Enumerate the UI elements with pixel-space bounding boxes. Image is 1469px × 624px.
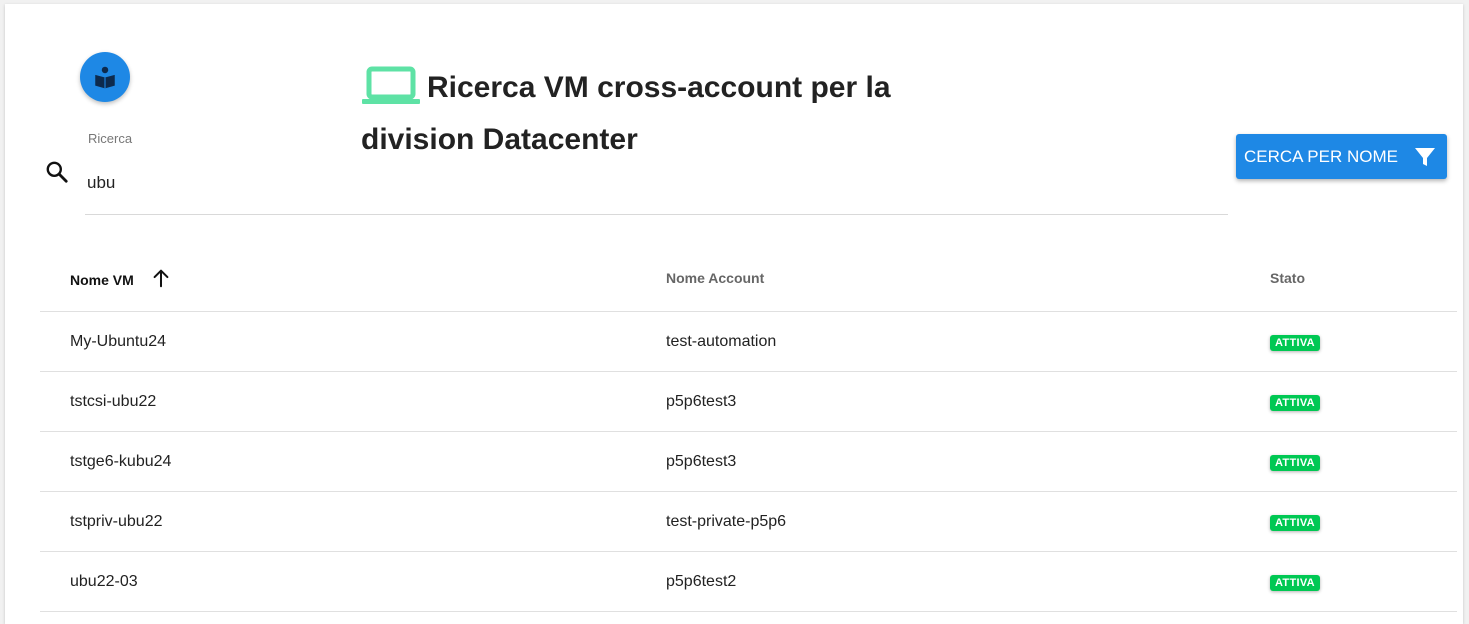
page-title-text: Ricerca VM cross-account per la division… — [361, 71, 891, 156]
sort-ascending-icon[interactable] — [150, 267, 172, 289]
table-row[interactable]: tstcsi-ubu22 p5p6test3 ATTIVA — [40, 371, 1457, 432]
search-label: Ricerca — [88, 131, 133, 146]
status-cell: ATTIVA — [1270, 551, 1457, 612]
account-name-cell: p5p6test3 — [666, 371, 1270, 432]
table-row[interactable]: ubu22-03 p5p6test2 ATTIVA — [40, 551, 1457, 612]
vm-name-cell: tstpriv-ubu22 — [40, 491, 666, 552]
status-badge: ATTIVA — [1270, 394, 1320, 411]
search-input[interactable] — [85, 168, 1228, 215]
account-name-cell: p5p6test3 — [666, 431, 1270, 492]
vm-name-cell: ubu22-03 — [40, 551, 666, 612]
status-cell: ATTIVA — [1270, 491, 1457, 552]
column-header-status[interactable]: Stato — [1270, 245, 1457, 312]
main-card: Ricerca VM cross-account per la division… — [5, 4, 1463, 624]
laptop-icon — [362, 66, 420, 104]
status-badge: ATTIVA — [1270, 574, 1320, 591]
search-by-name-label: CERCA PER NOME — [1244, 146, 1398, 166]
vm-name-cell: My-Ubuntu24 — [40, 311, 666, 372]
column-header-account-name[interactable]: Nome Account — [666, 245, 1270, 312]
status-badge: ATTIVA — [1270, 454, 1320, 471]
table-header-row: Nome VM Nome Account Stato — [40, 245, 1457, 312]
account-name-cell: test-private-p5p6 — [666, 491, 1270, 552]
table-row[interactable]: tstpriv-ubu22 test-private-p5p6 ATTIVA — [40, 491, 1457, 552]
status-badge: ATTIVA — [1270, 334, 1320, 351]
search-by-name-button[interactable]: CERCA PER NOME — [1236, 134, 1447, 179]
vm-name-cell: tstcsi-ubu22 — [40, 371, 666, 432]
status-badge: ATTIVA — [1270, 514, 1320, 531]
status-cell: ATTIVA — [1270, 431, 1457, 492]
vm-table: Nome VM Nome Account Stato My-Ubuntu24 t… — [40, 245, 1457, 612]
status-cell: ATTIVA — [1270, 311, 1457, 372]
search-icon — [46, 161, 68, 183]
avatar[interactable] — [80, 52, 130, 102]
account-name-cell: test-automation — [666, 311, 1270, 372]
page-title: Ricerca VM cross-account per la division… — [361, 62, 981, 166]
column-header-vm-name-label: Nome VM — [70, 272, 134, 288]
column-header-vm-name[interactable]: Nome VM — [40, 245, 666, 312]
table-row[interactable]: tstge6-kubu24 p5p6test3 ATTIVA — [40, 431, 1457, 492]
table-row[interactable]: My-Ubuntu24 test-automation ATTIVA — [40, 311, 1457, 372]
filter-icon — [1415, 148, 1435, 166]
reading-person-icon — [95, 66, 115, 89]
status-cell: ATTIVA — [1270, 371, 1457, 432]
vm-name-cell: tstge6-kubu24 — [40, 431, 666, 492]
account-name-cell: p5p6test2 — [666, 551, 1270, 612]
